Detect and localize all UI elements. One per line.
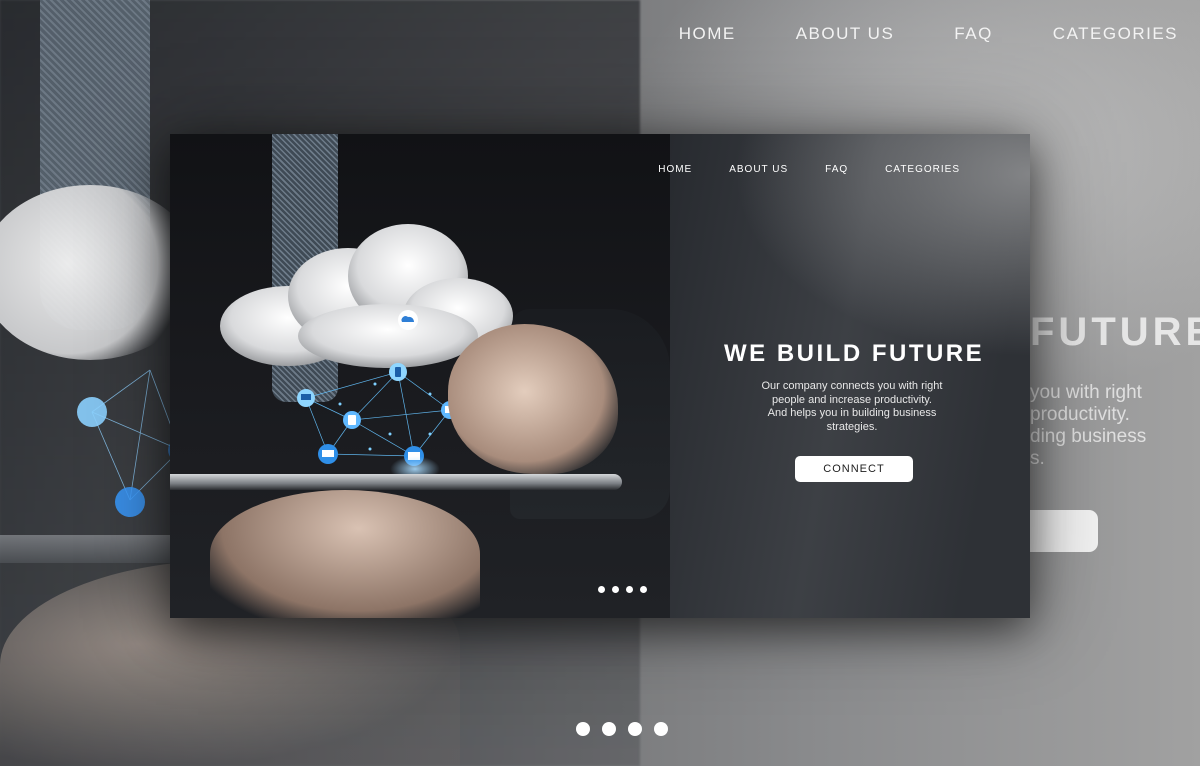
- background-description-line: ding business: [1030, 426, 1147, 447]
- background-carousel-dot: [628, 722, 642, 736]
- laptop-icon: [318, 444, 338, 464]
- background-nav-faq: FAQ: [954, 24, 993, 43]
- top-nav: HOME ABOUT US FAQ CATEGORIES: [621, 164, 960, 175]
- phone-icon: [389, 363, 407, 381]
- hero-description-line: people and increase productivity.: [771, 393, 932, 406]
- background-nav-about-us: ABOUT US: [795, 24, 895, 43]
- carousel-dot-4[interactable]: [640, 586, 647, 593]
- nav-about-us[interactable]: ABOUT US: [729, 164, 788, 175]
- background-carousel-dots: [576, 722, 668, 736]
- carousel-dot-1[interactable]: [598, 586, 605, 593]
- background-headline: FUTURE: [1030, 310, 1200, 354]
- hero-headline: WE BUILD FUTURE: [724, 340, 985, 367]
- nav-categories[interactable]: CATEGORIES: [885, 164, 960, 175]
- hero-description-line: Our company connects you with right: [761, 380, 943, 392]
- background-carousel-dot: [602, 722, 616, 736]
- nav-home[interactable]: HOME: [658, 164, 692, 175]
- hero-description: Our company connects you with right peop…: [730, 380, 974, 434]
- carousel-dots: [598, 586, 647, 593]
- tablet-icon: [343, 411, 361, 429]
- laptop-icon: [297, 389, 315, 407]
- landing-page-card: HOME ABOUT US FAQ CATEGORIES WE BUILD FU…: [170, 134, 1030, 618]
- connect-button[interactable]: CONNECT: [795, 456, 913, 482]
- holding-hand-image: [210, 490, 480, 618]
- carousel-dot-2[interactable]: [612, 586, 619, 593]
- nav-faq[interactable]: FAQ: [825, 164, 848, 175]
- background-nav-home: HOME: [678, 24, 736, 43]
- background-carousel-dot: [576, 722, 590, 736]
- hero-description-line: strategies.: [826, 420, 878, 433]
- carousel-dot-3[interactable]: [626, 586, 633, 593]
- background-description: you with right productivity. ding busine…: [1030, 382, 1200, 470]
- tablet-image: [170, 474, 622, 490]
- background-nav-categories: CATEGORIES: [1052, 24, 1178, 43]
- background-description-line: productivity.: [1030, 404, 1130, 425]
- background-nav: HOME ABOUT US FAQ CATEGORIES: [619, 24, 1178, 44]
- hero-description-line: And helps you in building business: [767, 407, 937, 419]
- background-description-line: s.: [1030, 448, 1045, 469]
- background-carousel-dot: [654, 722, 668, 736]
- background-description-line: you with right: [1030, 382, 1142, 403]
